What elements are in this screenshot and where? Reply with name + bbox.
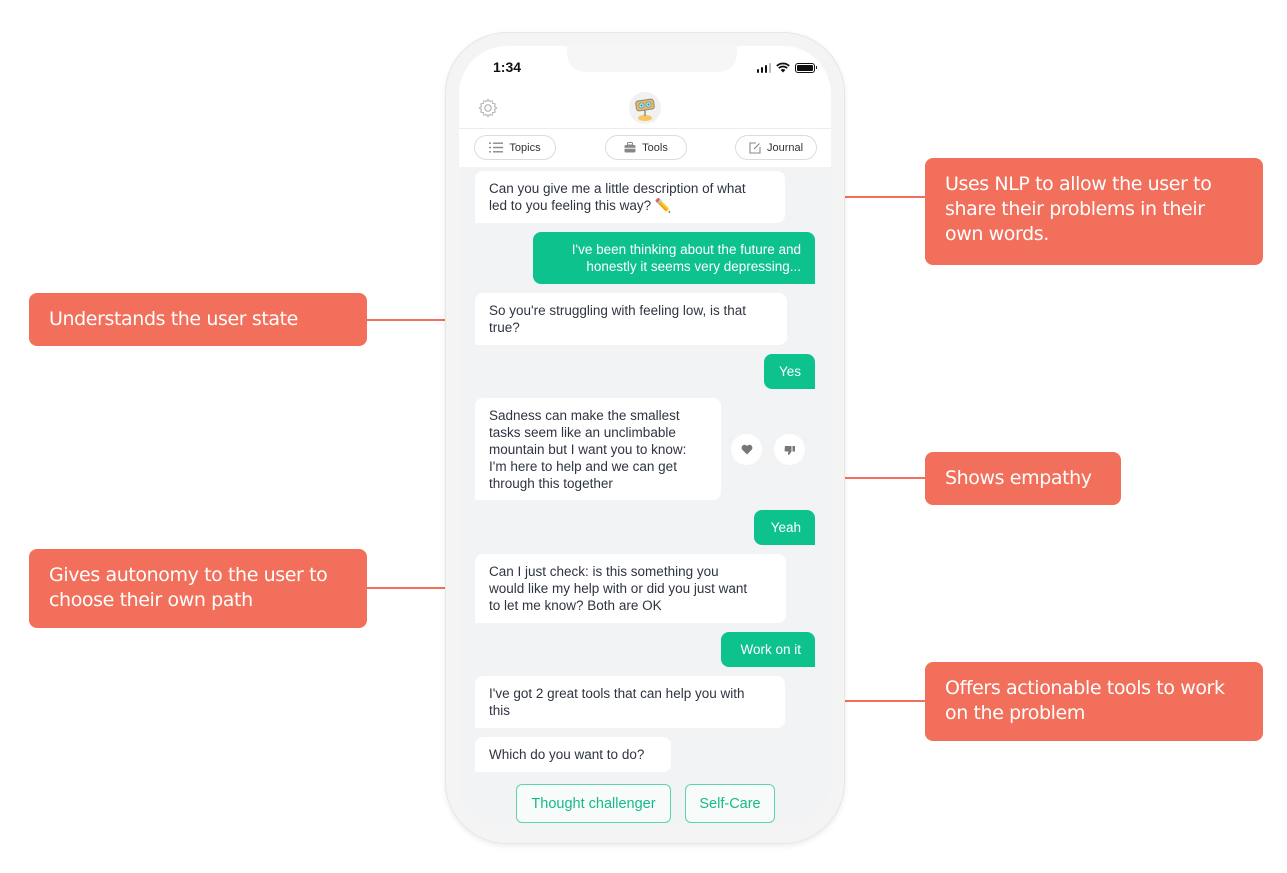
journal-button[interactable]: Journal (735, 135, 817, 160)
dislike-button[interactable] (774, 434, 805, 465)
like-button[interactable] (731, 434, 762, 465)
bot-message: Sadness can make the smallest tasks seem… (475, 398, 721, 500)
topics-label: Topics (509, 141, 541, 154)
edit-note-icon (749, 141, 761, 154)
bot-message: I've got 2 great tools that can help you… (475, 676, 785, 728)
bot-message: So you're struggling with feeling low, i… (475, 293, 787, 345)
thought-challenger-button[interactable]: Thought challenger (516, 784, 671, 823)
callout-user-state-text: Understands the user state (49, 308, 298, 330)
callout-user-state: Understands the user state (29, 293, 367, 346)
user-message: Yes (764, 354, 815, 389)
callout-tools-text: Offers actionable tools to work on the p… (945, 677, 1225, 724)
wifi-icon (776, 62, 790, 73)
gear-icon[interactable] (477, 97, 499, 119)
callout-nlp: Uses NLP to allow the user to share thei… (925, 158, 1263, 265)
callout-tools: Offers actionable tools to work on the p… (925, 662, 1263, 741)
user-message: Work on it (721, 632, 815, 667)
cellular-signal-icon (756, 62, 771, 73)
user-message: I've been thinking about the future and … (533, 232, 815, 284)
header-divider (459, 128, 831, 129)
journal-label: Journal (766, 141, 804, 154)
thumbs-down-icon (784, 445, 795, 455)
topics-button[interactable]: Topics (474, 135, 556, 160)
self-care-button[interactable]: Self-Care (685, 784, 775, 823)
heart-icon (741, 444, 752, 455)
app-header: 1:34 Topics Tools Journal (459, 46, 831, 167)
bot-message: Can you give me a little description of … (475, 171, 785, 223)
callout-autonomy: Gives autonomy to the user to choose the… (29, 549, 367, 628)
notch (567, 46, 737, 72)
battery-icon (795, 62, 817, 73)
tools-button[interactable]: Tools (605, 135, 687, 160)
tools-label: Tools (642, 141, 668, 154)
toolbox-icon (624, 142, 636, 153)
callout-empathy: Shows empathy (925, 452, 1121, 505)
callout-nlp-text: Uses NLP to allow the user to share thei… (945, 173, 1212, 245)
list-icon (489, 142, 504, 153)
bot-message: Which do you want to do? (475, 737, 671, 772)
bot-message: Can I just check: is this something you … (475, 554, 786, 623)
status-icons (756, 62, 817, 73)
phone-screen: 1:34 Topics Tools Journal Can you give m… (459, 46, 831, 826)
callout-empathy-text: Shows empathy (945, 467, 1092, 489)
callout-autonomy-text: Gives autonomy to the user to choose the… (49, 564, 328, 611)
status-time: 1:34 (493, 59, 522, 75)
user-message: Yeah (754, 510, 815, 545)
robot-avatar-icon[interactable] (629, 92, 661, 124)
